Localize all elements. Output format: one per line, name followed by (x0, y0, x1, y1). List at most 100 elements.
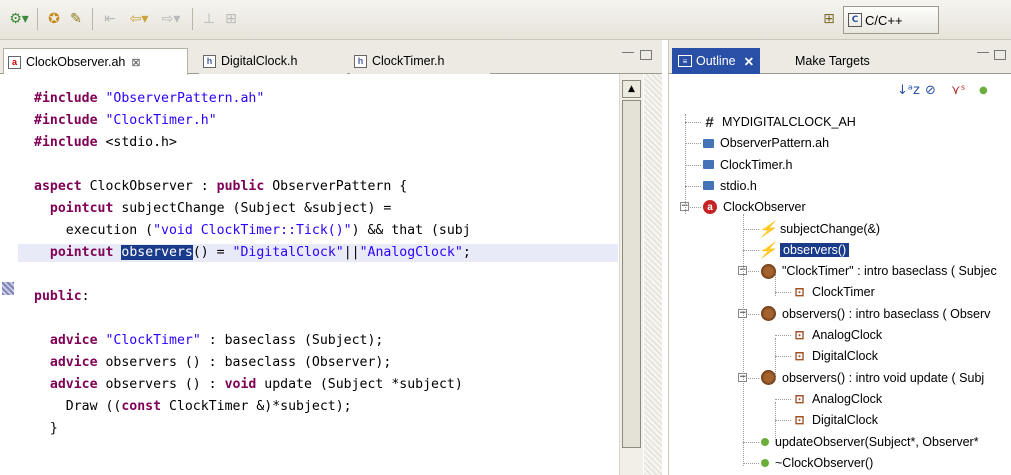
tree-connector (775, 420, 791, 422)
aspect-icon: a (703, 200, 717, 215)
code-line[interactable]: Draw ((const ClockTimer &)*subject); (34, 398, 352, 416)
tab-digitalclock-h[interactable]: h DigitalClock.h (199, 48, 347, 74)
code-text-span (34, 355, 50, 370)
code-line[interactable]: advice observers () : void update (Subje… (34, 376, 463, 394)
tab-label: DigitalClock.h (221, 54, 298, 68)
class-icon: ⊡ (794, 328, 805, 342)
code-line[interactable]: pointcut subjectChange (Subject &subject… (34, 200, 391, 218)
code-keyword: pointcut (49, 245, 114, 260)
outline-item-label: ObserverPattern.ah (720, 136, 830, 151)
minimize-icon[interactable] (622, 52, 634, 56)
outline-item-label: ~ClockObserver() (775, 455, 874, 470)
outline-item-label: ClockObserver (723, 200, 806, 215)
open-perspective-icon[interactable]: ⊞ (820, 8, 838, 30)
edit-pencil-icon[interactable]: ✎ (66, 8, 86, 30)
code-text-span: <stdio.h> (97, 135, 177, 150)
code-text-span: subjectChange (Subject &subject) = (113, 201, 392, 216)
pin-editor-icon[interactable]: ⊥ (200, 8, 218, 30)
code-keyword: void (224, 377, 257, 392)
sort-alpha-icon[interactable]: ↓ᵃz (897, 82, 920, 98)
code-selection: observers (121, 245, 193, 260)
code-keyword: pointcut (49, 201, 114, 216)
last-edit-icon[interactable]: ⇤ (100, 8, 120, 30)
header-file-icon: h (354, 54, 367, 68)
close-icon[interactable]: ✕ (744, 54, 754, 69)
overview-ruler (644, 74, 662, 475)
introduction-icon (761, 370, 776, 386)
maximize-icon[interactable] (640, 50, 652, 60)
outline-tree-item[interactable]: a ClockObserver (703, 197, 806, 217)
outline-item-label: DigitalClock (812, 349, 878, 364)
tab-clockobserver-ah[interactable]: a ClockObserver.ah ⊠ (3, 48, 188, 75)
code-text-span (34, 201, 50, 216)
code-text-span: observers () : (97, 377, 225, 392)
code-line[interactable]: #include "ClockTimer.h" (34, 112, 217, 130)
outline-tree-item[interactable]: observers() : intro void update ( Subj (761, 368, 984, 388)
hide-static-icon[interactable]: ⋎ˢ (951, 82, 965, 98)
tab-outline[interactable]: ≡ Outline ✕ (672, 48, 761, 74)
hide-nonpublic-icon[interactable]: ● (979, 82, 988, 98)
pointcut-icon: ⚡ (758, 241, 777, 259)
back-arrow-icon[interactable]: ⇦▾ (124, 8, 154, 30)
code-line[interactable]: public: (34, 288, 90, 306)
code-line[interactable]: advice "ClockTimer" : baseclass (Subject… (34, 332, 384, 350)
code-line[interactable]: aspect ClockObserver : public ObserverPa… (34, 178, 407, 196)
outline-tree-item[interactable]: ⊡ DigitalClock (793, 410, 878, 430)
method-icon (761, 458, 769, 467)
outline-tree-item[interactable]: ⊡ ClockTimer (793, 282, 874, 302)
code-keyword: #include (34, 135, 98, 150)
vertical-scrollbar[interactable]: ▲ (619, 74, 643, 475)
perspective-switcher[interactable]: C C/C++ (843, 6, 939, 34)
tab-close-icon[interactable]: ⊠ (131, 56, 140, 69)
code-text-span (34, 333, 50, 348)
code-line[interactable]: } (34, 420, 58, 438)
class-icon: ⊡ (794, 413, 805, 428)
outline-tree-item[interactable]: ObserverPattern.ah (703, 133, 829, 153)
code-line[interactable]: advice observers () : baseclass (Observe… (34, 354, 391, 372)
outline-tree-item[interactable]: stdio.h (703, 176, 757, 196)
tab-label: ClockTimer.h (372, 54, 445, 68)
outline-tree-item[interactable]: updateObserver(Subject*, Observer* (761, 432, 979, 452)
forward-arrow-icon[interactable]: ⇨▾ (156, 8, 186, 30)
new-wizard-icon[interactable]: ⚙▾ (6, 8, 32, 30)
toggle-mark-icon[interactable]: ⊞ (222, 8, 240, 30)
outline-tree-item[interactable]: "ClockTimer" : intro baseclass ( Subjec (761, 261, 997, 281)
tree-connector (743, 441, 759, 443)
minimize-icon[interactable] (977, 52, 989, 56)
class-icon: ⊡ (794, 391, 805, 406)
scrollbar-thumb[interactable] (622, 100, 641, 448)
maximize-icon[interactable] (994, 50, 1006, 60)
code-text-span: update (Subject *subject) (256, 377, 463, 392)
code-keyword: advice (49, 377, 98, 392)
code-text-span: : baseclass (Subject); (200, 333, 384, 348)
outline-tree-item[interactable]: ⚡ subjectChange(&) (758, 219, 880, 239)
code-text-span: ClockTimer &)*subject); (161, 399, 352, 414)
outline-tree-item[interactable]: ⊡ AnalogClock (793, 389, 882, 409)
outline-tree: # MYDIGITALCLOCK_AH ObserverPattern.ah Cloc… (669, 104, 1011, 475)
outline-toolbar: ↓ᵃz ⊘ ⋎ˢ ● (669, 74, 1011, 104)
scroll-up-arrow-icon[interactable]: ▲ (622, 80, 641, 98)
tree-guide-line (775, 402, 776, 444)
tab-clocktimer-h[interactable]: h ClockTimer.h (350, 48, 490, 74)
outline-tree-item[interactable]: ClockTimer.h (703, 155, 792, 175)
tree-guide-line (775, 338, 776, 380)
outline-tree-item[interactable]: ~ClockObserver() (761, 453, 873, 473)
outline-tree-item[interactable]: observers() : intro baseclass ( Observ (761, 304, 990, 324)
outline-tree-item[interactable]: ⊡ DigitalClock (793, 346, 878, 366)
outline-tree-item[interactable]: # MYDIGITALCLOCK_AH (703, 112, 856, 132)
tree-guide-line (775, 274, 776, 296)
outline-item-label: updateObserver(Subject*, Observer* (775, 434, 979, 449)
code-string: "ClockTimer" (105, 333, 201, 348)
outline-tree-item[interactable]: ⊡ AnalogClock (793, 325, 882, 345)
code-line[interactable]: #include <stdio.h> (34, 134, 177, 152)
code-text-span: ; (462, 245, 471, 260)
code-line[interactable]: #include "ObserverPattern.ah" (34, 90, 264, 108)
open-type-icon[interactable]: ✪ (44, 8, 64, 30)
code-line[interactable]: pointcut observers() = "DigitalClock"||"… (18, 244, 618, 262)
code-line[interactable]: execution ("void ClockTimer::Tick()") &&… (34, 222, 471, 240)
outline-tree-item[interactable]: ⚡ observers() (758, 240, 850, 260)
hide-fields-icon[interactable]: ⊘ (925, 82, 936, 98)
tab-make-targets[interactable]: Make Targets (789, 48, 876, 74)
toolbar-separator (92, 8, 93, 30)
code-text-span: ) && that (subj (351, 223, 471, 238)
